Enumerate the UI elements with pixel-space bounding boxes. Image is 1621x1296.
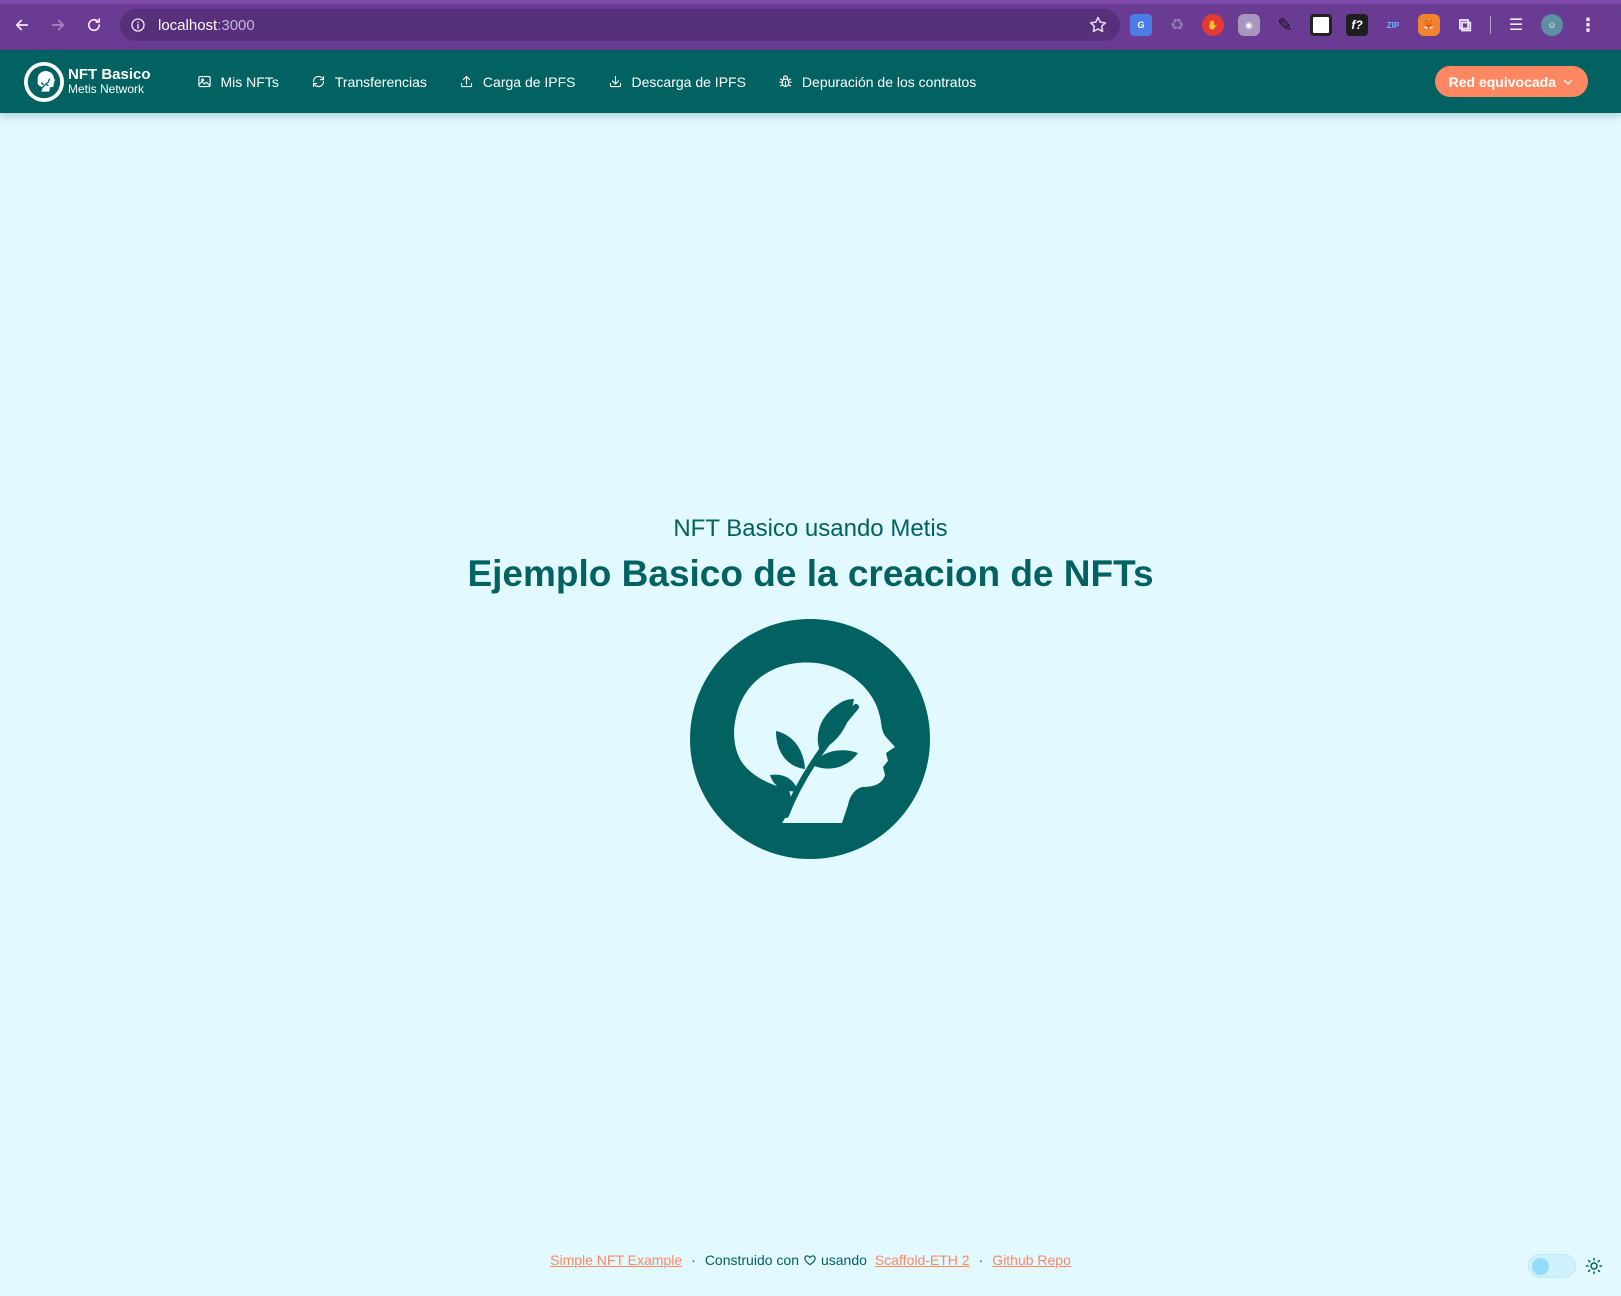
reload-icon[interactable]: [80, 11, 108, 39]
using-text: usando: [820, 1252, 867, 1268]
hero-title: Ejemplo Basico de la creacion de NFTs: [467, 553, 1154, 594]
brand-text: NFT Basico Metis Network: [68, 66, 151, 97]
menu-item-mis-nfts[interactable]: Mis NFTs: [189, 68, 287, 96]
refresh-icon: [312, 75, 324, 88]
url-port: :3000: [217, 16, 255, 34]
menu-item-carga-ipfs[interactable]: Carga de IPFS: [451, 68, 584, 96]
app-navbar: NFT Basico Metis Network Mis NFTs Transf…: [0, 50, 1621, 113]
brand-subtitle: Metis Network: [68, 82, 145, 97]
menu-item-depuracion-contratos[interactable]: Depuración de los contratos: [770, 68, 984, 96]
camera-extension-icon[interactable]: ◉: [1238, 14, 1260, 36]
bookmark-star-icon[interactable]: [1088, 15, 1108, 35]
function-extension-icon[interactable]: f?: [1346, 14, 1368, 36]
metis-head-leaf-logo: [690, 619, 930, 859]
menu-item-label: Transferencias: [334, 73, 427, 90]
scaffold-eth-link[interactable]: Scaffold-ETH 2: [875, 1252, 970, 1268]
toolbar-divider: [1490, 16, 1491, 34]
download-icon: [609, 75, 621, 88]
window-extension-icon[interactable]: [1310, 14, 1332, 36]
footer-separator: ·: [691, 1252, 696, 1268]
brand-link[interactable]: NFT Basico Metis Network: [24, 61, 151, 102]
sun-icon: [1585, 1257, 1603, 1275]
eyedropper-extension-icon[interactable]: ✎: [1274, 14, 1296, 36]
menu-item-label: Carga de IPFS: [482, 73, 576, 90]
built-with-text: Construido con: [704, 1252, 799, 1268]
menu-item-label: Mis NFTs: [220, 73, 279, 90]
footer-separator: ·: [978, 1252, 984, 1268]
theme-toggle-switch[interactable]: [1528, 1254, 1576, 1278]
wrong-network-label: Red equivocada: [1448, 73, 1556, 90]
address-bar[interactable]: localhost:3000: [120, 9, 1120, 41]
simple-nft-example-link[interactable]: Simple NFT Example: [550, 1252, 682, 1268]
brand-title: NFT Basico: [68, 65, 151, 83]
recycle-extension-icon[interactable]: ♻: [1166, 14, 1188, 36]
url-host: localhost: [158, 16, 218, 34]
puzzle-extensions-icon[interactable]: ⧉: [1454, 14, 1476, 36]
zip-extension-icon[interactable]: ZIP: [1382, 14, 1404, 36]
chevron-down-icon: [1563, 79, 1573, 85]
main-menu: Mis NFTs Transferencias Carga de IPFS De…: [189, 68, 1001, 96]
hero-subtitle: NFT Basico usando Metis: [673, 515, 948, 542]
github-repo-link[interactable]: Github Repo: [992, 1252, 1071, 1268]
extensions-bar: G ♻ ✋ ◉ ✎ f? ZIP 🦊 ⧉ ☰ ☺ ⋮: [1130, 11, 1599, 39]
wrong-network-button[interactable]: Red equivocada: [1434, 66, 1588, 97]
profile-avatar[interactable]: ☺: [1541, 14, 1563, 36]
hero-section: NFT Basico usando Metis Ejemplo Basico d…: [0, 113, 1621, 1223]
browser-toolbar: localhost:3000 G ♻ ✋ ◉ ✎ f? ZIP 🦊 ⧉ ☰ ☺ …: [0, 0, 1621, 50]
site-info-icon[interactable]: [128, 15, 148, 35]
toggle-knob: [1532, 1258, 1549, 1275]
forward-arrow-icon[interactable]: [44, 11, 72, 39]
stop-hand-extension-icon[interactable]: ✋: [1202, 14, 1224, 36]
url-text: localhost:3000: [158, 17, 255, 34]
metis-logo-icon: [24, 61, 64, 102]
back-arrow-icon[interactable]: [8, 11, 36, 39]
menu-item-transferencias[interactable]: Transferencias: [303, 68, 435, 96]
media-controls-icon[interactable]: ☰: [1505, 14, 1527, 36]
metamask-fox-icon[interactable]: 🦊: [1418, 14, 1440, 36]
heart-icon: [804, 1255, 816, 1266]
translate-extension-icon[interactable]: G: [1130, 14, 1152, 36]
more-menu-icon[interactable]: ⋮: [1577, 14, 1599, 36]
bug-icon: [779, 75, 792, 88]
menu-item-label: Depuración de los contratos: [801, 73, 977, 90]
upload-icon: [460, 75, 472, 88]
footer: Simple NFT Example · Construido con usan…: [0, 1248, 1621, 1272]
menu-item-descarga-ipfs[interactable]: Descarga de IPFS: [600, 68, 754, 96]
image-icon: [197, 75, 211, 88]
menu-item-label: Descarga de IPFS: [631, 73, 746, 90]
